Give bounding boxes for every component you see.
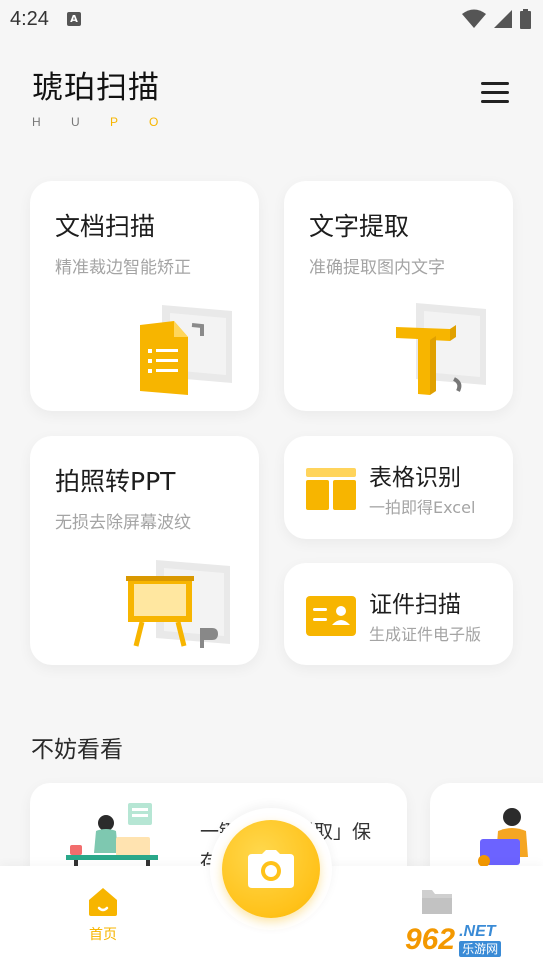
watermark-cn: 乐游网 xyxy=(459,941,502,957)
table-icon xyxy=(306,468,356,510)
status-icons xyxy=(462,9,531,29)
watermark-number: 962 xyxy=(405,923,456,956)
brand-header: 琥珀扫描 H U P O xyxy=(32,62,188,129)
text-extract-subtitle: 准确提取图内文字 xyxy=(309,258,445,278)
watermark-net: .NET xyxy=(459,923,496,940)
table-recognition-title: 表格识别 xyxy=(369,465,461,491)
document-scan-icon xyxy=(140,305,232,395)
brand-letter: H xyxy=(32,115,41,129)
doc-scan-subtitle: 精准裁边智能矫正 xyxy=(55,258,191,278)
doc-scan-title: 文档扫描 xyxy=(55,212,156,241)
photo-ppt-subtitle: 无损去除屏幕波纹 xyxy=(55,513,191,533)
photo-ppt-card[interactable]: 拍照转PPT 无损去除屏幕波纹 xyxy=(30,436,259,665)
id-scan-card[interactable]: 证件扫描 生成证件电子版 xyxy=(284,563,513,665)
brand-letter: U xyxy=(71,115,80,129)
wifi-icon xyxy=(462,9,486,28)
nav-home[interactable]: 首页 xyxy=(72,886,134,944)
table-recognition-subtitle: 一拍即得Excel xyxy=(369,498,476,517)
text-extract-title: 文字提取 xyxy=(309,212,410,241)
app-title: 琥珀扫描 xyxy=(32,70,160,106)
signal-icon xyxy=(494,10,512,28)
status-time: 4:24 xyxy=(10,7,49,30)
home-icon xyxy=(89,888,117,916)
battery-icon xyxy=(520,9,531,29)
nav-home-label: 首页 xyxy=(89,927,117,943)
text-extract-card[interactable]: 文字提取 准确提取图内文字 xyxy=(284,181,513,411)
id-scan-subtitle: 生成证件电子版 xyxy=(369,625,482,644)
section-title: 不妨看看 xyxy=(31,737,123,763)
notification-badge: A xyxy=(66,12,81,26)
id-card-icon xyxy=(306,596,356,636)
menu-icon[interactable] xyxy=(481,82,509,106)
presentation-icon xyxy=(126,560,230,648)
folder-icon xyxy=(422,890,452,914)
brand-letters: H U P O xyxy=(32,115,188,129)
table-recognition-card[interactable]: 表格识别 一拍即得Excel xyxy=(284,436,513,539)
brand-letter: O xyxy=(149,115,159,129)
nav-files[interactable] xyxy=(420,888,454,920)
site-watermark: 962 .NET 乐游网 xyxy=(405,918,539,962)
camera-button[interactable] xyxy=(222,820,320,918)
brand-letter: P xyxy=(110,115,119,129)
doc-scan-card[interactable]: 文档扫描 精准裁边智能矫正 xyxy=(30,181,259,411)
status-bar: 4:24 A xyxy=(0,0,543,38)
text-extract-icon xyxy=(396,303,486,395)
woman-with-laptop-illustration xyxy=(478,808,528,867)
photo-ppt-title: 拍照转PPT xyxy=(55,467,176,496)
camera-icon xyxy=(248,850,294,888)
woman-at-desk-illustration xyxy=(66,803,158,873)
id-scan-title: 证件扫描 xyxy=(369,592,461,618)
